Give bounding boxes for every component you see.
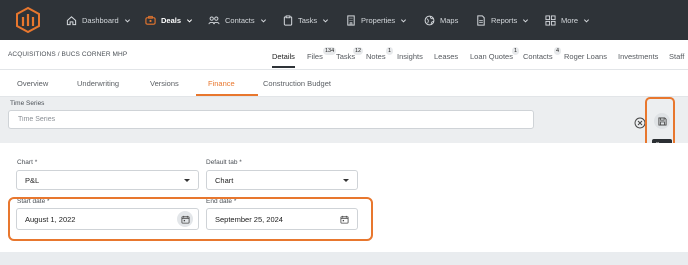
count-badge: 12 — [353, 47, 364, 55]
nav-properties[interactable]: Properties — [346, 12, 407, 28]
record-tab-label: Files — [307, 52, 323, 61]
count-badge: 4 — [554, 47, 562, 55]
clipboard-icon — [283, 14, 293, 26]
building-icon — [347, 14, 355, 26]
active-tab-indicator — [196, 94, 258, 96]
page-footer-area — [0, 252, 688, 265]
nav-deals-label: Deals — [161, 15, 182, 25]
nav-dashboard[interactable]: Dashboard — [66, 12, 131, 28]
chart-select[interactable]: P&L — [16, 170, 199, 190]
save-button[interactable] — [654, 113, 670, 129]
nav-properties-label: Properties — [361, 15, 396, 25]
record-tab-label: Loan Quotes — [470, 52, 513, 61]
record-tab-label: Insights — [397, 52, 423, 61]
chevron-down-icon — [584, 18, 590, 22]
chevron-down-icon — [401, 18, 407, 22]
nav-tasks[interactable]: Tasks — [283, 12, 329, 28]
record-header: ACQUISITIONS / BUCS CORNER MHP Details F… — [0, 40, 688, 70]
home-icon — [66, 15, 77, 25]
nav-dashboard-label: Dashboard — [82, 15, 119, 25]
caret-down-icon — [184, 179, 190, 182]
chart-label: Chart * — [17, 159, 38, 166]
document-icon — [477, 14, 485, 26]
record-tab-staff[interactable]: Staff — [669, 52, 684, 61]
record-tab-loan-quotes[interactable]: Loan Quotes 1 — [470, 47, 520, 61]
record-tab-details[interactable]: Details — [272, 52, 295, 68]
nav-more-label: More — [561, 15, 579, 25]
nav-reports-label: Reports — [491, 15, 518, 25]
grid-icon — [545, 14, 556, 26]
chart-select-value: P&L — [25, 175, 40, 185]
tab-underwriting[interactable]: Underwriting — [77, 79, 119, 88]
nav-maps[interactable]: Maps — [424, 12, 458, 28]
default-tab-select-value: Chart — [215, 175, 234, 185]
breadcrumb[interactable]: ACQUISITIONS / BUCS CORNER MHP — [8, 51, 127, 58]
chevron-down-icon — [124, 18, 130, 22]
tab-overview[interactable]: Overview — [17, 79, 48, 88]
chevron-down-icon — [523, 18, 529, 22]
chevron-down-icon — [186, 18, 193, 22]
tab-versions[interactable]: Versions — [150, 79, 179, 88]
default-tab-label: Default tab * — [206, 159, 242, 166]
nav-more[interactable]: More — [545, 12, 590, 28]
record-tab-label: Contacts — [523, 52, 553, 61]
floppy-disk-icon — [657, 116, 667, 126]
chevron-down-icon — [323, 18, 329, 22]
record-tab-files[interactable]: Files 134 — [307, 47, 337, 61]
record-tab-tasks[interactable]: Tasks 12 — [336, 47, 364, 61]
tab-construction-budget[interactable]: Construction Budget — [263, 79, 331, 88]
nav-contacts-label: Contacts — [225, 15, 255, 25]
top-navigation: Dashboard Deals Contacts Tasks Propertie… — [0, 0, 688, 40]
record-tab-label: Details — [272, 52, 295, 61]
default-tab-select[interactable]: Chart — [206, 170, 358, 190]
nav-tasks-label: Tasks — [298, 15, 318, 25]
caret-down-icon — [343, 179, 349, 182]
count-badge: 1 — [386, 47, 394, 55]
record-tab-label: Tasks — [336, 52, 356, 61]
record-tab-roger-loans[interactable]: Roger Loans — [564, 52, 607, 61]
nav-contacts[interactable]: Contacts — [208, 12, 267, 28]
nav-deals[interactable]: Deals — [145, 12, 193, 28]
record-tab-label: Roger Loans — [564, 52, 607, 61]
app-window: Dashboard Deals Contacts Tasks Propertie… — [0, 0, 688, 265]
time-series-label: Time Series — [10, 100, 45, 107]
globe-icon — [424, 15, 435, 25]
tab-finance[interactable]: Finance — [208, 79, 235, 88]
date-range-highlight — [8, 197, 373, 241]
record-tab-insights[interactable]: Insights — [397, 52, 423, 61]
app-logo-icon[interactable] — [14, 6, 42, 34]
record-tab-investments[interactable]: Investments — [618, 52, 658, 61]
chevron-down-icon — [260, 18, 266, 22]
record-tab-label: Staff — [669, 52, 685, 61]
section-tabs: Overview Underwriting Versions Finance C… — [0, 70, 688, 97]
deals-icon — [145, 15, 156, 25]
nav-maps-label: Maps — [440, 15, 459, 25]
record-tab-notes[interactable]: Notes 1 — [366, 47, 394, 61]
record-tab-label: Notes — [366, 52, 386, 61]
count-badge: 1 — [512, 47, 520, 55]
time-series-section: Time Series — [0, 97, 688, 143]
nav-reports[interactable]: Reports — [476, 12, 529, 28]
time-series-input[interactable] — [8, 110, 534, 129]
record-tab-leases[interactable]: Leases — [434, 52, 458, 61]
record-tab-contacts[interactable]: Contacts 4 — [523, 47, 562, 61]
record-tab-label: Leases — [434, 52, 459, 61]
record-tab-label: Investments — [618, 52, 659, 61]
count-badge: 134 — [323, 47, 337, 55]
contacts-icon — [208, 16, 220, 24]
